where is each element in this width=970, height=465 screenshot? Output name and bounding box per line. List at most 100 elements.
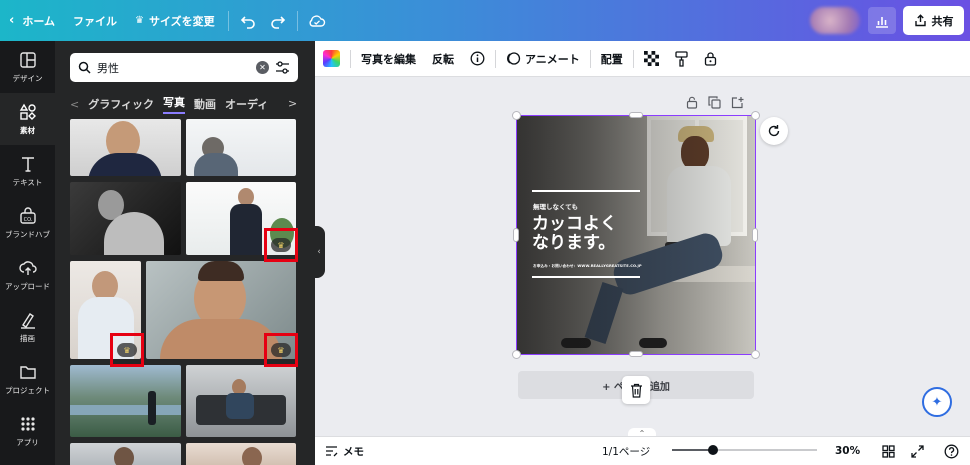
page-indicator[interactable]: 1/1ページ bbox=[602, 444, 650, 459]
resize-handle-edge[interactable] bbox=[629, 112, 643, 118]
upload-icon bbox=[18, 260, 37, 275]
sparkle-icon: ✦ bbox=[931, 394, 943, 410]
rail-item-text[interactable]: テキスト bbox=[0, 145, 55, 197]
content-tabs: < グラフィック 写真 動画 オーディ bbox=[70, 93, 300, 115]
home-button[interactable]: ‹ ホーム bbox=[0, 0, 64, 41]
chevron-left-icon: ‹ bbox=[317, 247, 321, 257]
transparency-button[interactable] bbox=[636, 41, 667, 76]
tab-videos[interactable]: 動画 bbox=[194, 96, 216, 112]
grid-view-icon[interactable] bbox=[882, 444, 895, 458]
animate-icon bbox=[507, 52, 521, 65]
resize-handle-corner[interactable] bbox=[512, 111, 521, 120]
copy-style-button[interactable] bbox=[667, 41, 696, 76]
edit-photo-label: 写真を編集 bbox=[361, 52, 416, 66]
bottom-bar: メモ 1/1ページ 30% bbox=[315, 436, 970, 465]
left-rail: デザイン 素材 テキスト CO. ブランドハブ アップロード 描画 プロジェクト… bbox=[0, 41, 55, 465]
rail-label: 描画 bbox=[20, 333, 35, 343]
share-label: 共有 bbox=[931, 14, 954, 28]
rail-item-projects[interactable]: プロジェクト bbox=[0, 353, 55, 405]
position-button[interactable]: 配置 bbox=[593, 41, 631, 76]
search-input[interactable]: 男性 ✕ bbox=[70, 53, 298, 82]
toolbar-divider bbox=[589, 49, 591, 68]
magic-refresh-button[interactable] bbox=[760, 117, 788, 145]
rail-item-elements[interactable]: 素材 bbox=[0, 93, 55, 145]
brand-icon: CO. bbox=[19, 206, 36, 224]
collaborator-avatars[interactable] bbox=[810, 7, 860, 34]
tab-photos[interactable]: 写真 bbox=[163, 94, 185, 114]
home-label: ホーム bbox=[22, 14, 56, 28]
lock-icon bbox=[704, 52, 716, 66]
clear-search-button[interactable]: ✕ bbox=[256, 61, 269, 74]
toolbar-divider bbox=[227, 10, 229, 31]
filter-icon[interactable] bbox=[275, 61, 290, 74]
crown-icon: ♛ bbox=[135, 15, 144, 26]
info-button[interactable] bbox=[462, 41, 493, 76]
tab-audio[interactable]: オーディ bbox=[225, 96, 268, 112]
search-value: 男性 bbox=[97, 61, 119, 75]
notes-label: メモ bbox=[343, 445, 364, 458]
color-button[interactable] bbox=[323, 41, 348, 76]
resize-label: サイズを変更 bbox=[149, 14, 215, 28]
design-subtitle[interactable]: 無理しなくても bbox=[533, 201, 578, 211]
undo-button[interactable] bbox=[233, 0, 263, 41]
draw-icon bbox=[20, 312, 35, 329]
resize-handle-corner[interactable] bbox=[751, 111, 760, 120]
add-page-icon[interactable] bbox=[731, 96, 744, 109]
file-label: ファイル bbox=[73, 14, 118, 28]
photo-thumbnail[interactable] bbox=[186, 119, 296, 176]
resize-handle-corner[interactable] bbox=[751, 350, 760, 359]
add-page-label-start: + ペ bbox=[602, 381, 624, 393]
rail-item-design[interactable]: デザイン bbox=[0, 41, 55, 93]
collapse-panel-button[interactable]: ‹ bbox=[313, 226, 325, 278]
redo-button[interactable] bbox=[263, 0, 293, 41]
cloud-save-status[interactable] bbox=[302, 0, 332, 41]
rail-item-upload[interactable]: アップロード bbox=[0, 249, 55, 301]
tab-graphics[interactable]: グラフィック bbox=[88, 96, 154, 112]
photo-thumbnail[interactable] bbox=[70, 182, 181, 255]
duplicate-page-icon[interactable] bbox=[708, 96, 721, 109]
apps-icon bbox=[20, 416, 35, 431]
flip-label: 反転 bbox=[432, 52, 454, 66]
photo-thumbnail[interactable] bbox=[186, 365, 296, 437]
photo-thumbnail[interactable] bbox=[70, 365, 181, 437]
search-icon bbox=[78, 61, 91, 74]
resize-handle-edge[interactable] bbox=[752, 228, 758, 242]
redo-icon bbox=[270, 15, 285, 29]
chevron-left-icon: ‹ bbox=[9, 13, 15, 28]
design-headline[interactable]: カッコよく なります。 bbox=[532, 215, 617, 253]
animate-button[interactable]: アニメート bbox=[498, 41, 588, 76]
photo-thumbnail[interactable] bbox=[70, 119, 181, 176]
tabs-scroll-left-icon[interactable]: < bbox=[70, 98, 79, 111]
notes-button[interactable]: メモ bbox=[325, 444, 364, 459]
resize-handle-edge[interactable] bbox=[513, 228, 519, 242]
help-icon[interactable] bbox=[944, 444, 959, 459]
crown-icon: ♛ bbox=[117, 343, 137, 357]
rail-item-draw[interactable]: 描画 bbox=[0, 301, 55, 353]
zoom-level[interactable]: 30% bbox=[835, 445, 860, 457]
photo-thumbnail[interactable] bbox=[186, 443, 296, 465]
transparency-icon bbox=[643, 51, 659, 66]
lock-page-icon[interactable] bbox=[686, 96, 698, 109]
zoom-slider-knob[interactable] bbox=[707, 445, 718, 455]
magic-assistant-button[interactable]: ✦ bbox=[922, 387, 952, 417]
refresh-icon bbox=[768, 125, 780, 137]
design-footer-text[interactable]: お申込み・お問い合わせ：WWW.REALLYGREATSITE.CO.JP bbox=[533, 264, 642, 269]
resize-handle-corner[interactable] bbox=[512, 350, 521, 359]
file-menu-button[interactable]: ファイル bbox=[64, 0, 126, 41]
rail-item-apps[interactable]: アプリ bbox=[0, 405, 55, 457]
resize-button[interactable]: ♛ サイズを変更 bbox=[126, 0, 224, 41]
tabs-scroll-right-icon[interactable]: > bbox=[288, 97, 297, 110]
share-button[interactable]: 共有 bbox=[903, 6, 964, 35]
toolbar-divider bbox=[632, 49, 634, 68]
delete-button[interactable] bbox=[622, 376, 650, 404]
rail-item-brand[interactable]: CO. ブランドハブ bbox=[0, 197, 55, 249]
edit-photo-button[interactable]: 写真を編集 bbox=[353, 41, 424, 76]
fullscreen-icon[interactable] bbox=[911, 444, 924, 458]
insights-button[interactable] bbox=[868, 7, 896, 34]
lock-button[interactable] bbox=[696, 41, 725, 76]
resize-handle-edge[interactable] bbox=[629, 351, 643, 357]
design-page[interactable]: 無理しなくても カッコよく なります。 お申込み・お問い合わせ：WWW.REAL… bbox=[517, 116, 755, 354]
crown-icon: ♛ bbox=[271, 343, 291, 357]
photo-thumbnail[interactable] bbox=[70, 443, 181, 465]
flip-button[interactable]: 反転 bbox=[424, 41, 462, 76]
